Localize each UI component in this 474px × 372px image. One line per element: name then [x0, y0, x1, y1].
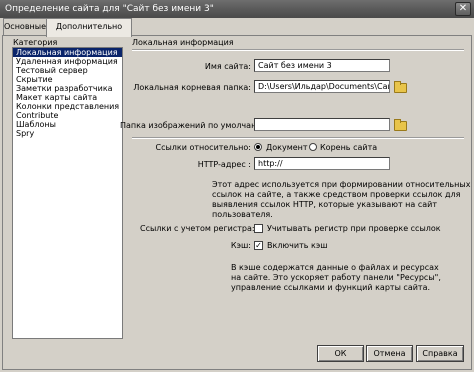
tab-advanced[interactable]: Дополнительно: [46, 18, 132, 37]
help-button[interactable]: Справка: [416, 345, 464, 362]
radio-site-root-label: Корень сайта: [320, 143, 378, 152]
links-relative-label: Ссылки относительно:: [155, 143, 252, 152]
cache-label: Кэш:: [230, 241, 251, 250]
case-links-option-label: Учитывать регистр при проверке ссылок: [267, 224, 441, 233]
images-folder-input[interactable]: [254, 118, 390, 131]
category-item-spry[interactable]: Spry: [13, 129, 122, 138]
http-note-line: ссылок на сайте, а также средством прове…: [212, 190, 461, 199]
cache-note-line: на сайте. Это ускоряет работу панели "Ре…: [231, 273, 441, 282]
site-name-input[interactable]: Сайт без имени 3: [254, 59, 390, 72]
cache-option-label: Включить кэш: [267, 241, 328, 250]
category-item-templates[interactable]: Шаблоны: [13, 120, 122, 129]
category-item-site-map-layout[interactable]: Макет карты сайта: [13, 93, 122, 102]
browse-folder-icon[interactable]: [394, 81, 407, 93]
radio-site-root[interactable]: [309, 143, 317, 151]
radio-document-label: Документ: [266, 143, 308, 152]
cache-note: В кэше содержатся данные о файлах и ресу…: [231, 263, 441, 293]
category-item-file-view-columns[interactable]: Колонки представления файлов: [13, 102, 122, 111]
browse-images-folder-icon[interactable]: [394, 119, 407, 131]
http-address-input[interactable]: http://: [254, 157, 390, 170]
section-title: Локальная информация: [132, 38, 234, 47]
http-note: Этот адрес используется при формировании…: [212, 180, 470, 220]
http-note-line: выявления ссылок HTTP, которые указывают…: [212, 200, 438, 209]
cache-checkbox[interactable]: ✓: [254, 241, 263, 250]
divider: [132, 137, 464, 139]
category-list[interactable]: Локальная информация Удаленная информаци…: [12, 47, 123, 339]
close-icon[interactable]: ✕: [455, 2, 471, 16]
cache-note-line: В кэше содержатся данные о файлах и ресу…: [231, 263, 439, 272]
tab-basic[interactable]: Основные: [3, 18, 47, 35]
ok-button[interactable]: ОК: [317, 345, 364, 362]
category-item-testing-server[interactable]: Тестовый сервер: [13, 66, 122, 75]
case-links-checkbox[interactable]: [254, 224, 263, 233]
cache-note-line: управление ссылками и функций карты сайт…: [231, 283, 431, 292]
local-root-label: Локальная корневая папка:: [133, 83, 251, 92]
http-note-line: пользователя.: [212, 210, 273, 219]
window-title: Определение сайта для "Сайт без имени 3": [0, 0, 474, 18]
category-item-design-notes[interactable]: Заметки разработчика: [13, 84, 122, 93]
cancel-button[interactable]: Отмена: [366, 345, 413, 362]
site-name-label: Имя сайта:: [204, 62, 251, 71]
local-root-input[interactable]: D:\Users\Ильдар\Documents\Сайт без и: [254, 80, 390, 93]
section-divider: [132, 49, 464, 51]
category-item-cloaking[interactable]: Скрытие: [13, 75, 122, 84]
category-item-local-info[interactable]: Локальная информация: [13, 48, 122, 57]
case-links-label: Ссылки с учетом регистра:: [140, 224, 255, 233]
radio-document[interactable]: [254, 143, 262, 151]
category-item-contribute[interactable]: Contribute: [13, 111, 122, 120]
images-folder-label: Папка изображений по умолчанию:: [120, 121, 271, 130]
category-heading: Категория: [13, 38, 58, 47]
category-item-remote-info[interactable]: Удаленная информация: [13, 57, 122, 66]
http-note-line: Этот адрес используется при формировании…: [212, 180, 471, 189]
http-address-label: HTTP-адрес :: [197, 160, 251, 169]
